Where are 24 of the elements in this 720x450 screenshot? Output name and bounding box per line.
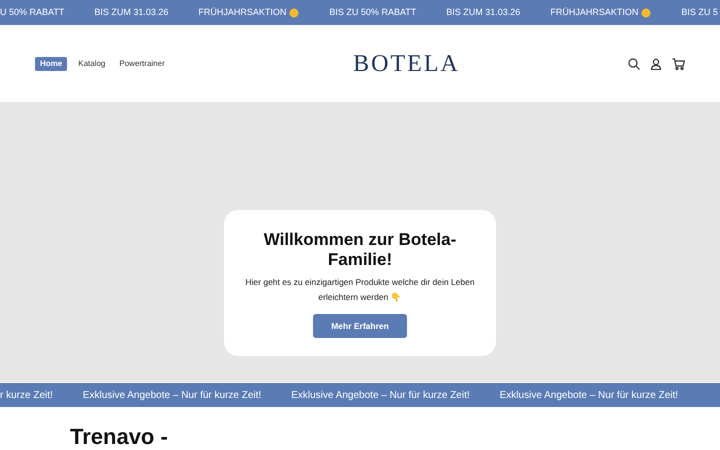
more-button[interactable]: Mehr Erfahren (313, 314, 407, 338)
sun-icon (289, 8, 300, 18)
announcement-text: U 50% RABATT (0, 6, 64, 19)
logo[interactable]: BOTELA (353, 46, 460, 82)
sun-icon (641, 8, 652, 18)
section-title: Trenavo - (70, 424, 169, 450)
nav-link[interactable]: Home (35, 56, 68, 70)
ticker-text: Exklusive Angebote – Nur für kurze Zeit! (291, 388, 470, 402)
search-icon[interactable] (628, 58, 640, 70)
nav-link[interactable]: Powertrainer (116, 58, 168, 70)
announcement-text: BIS ZUM 31.03.26 (446, 6, 520, 19)
hero-text: Hier geht es zu einzigartigen Produkte welche dir dein Leben erleichtern werden 👇 (244, 276, 476, 304)
hero-title: Willkommen zur Botela-Familie! (262, 230, 458, 270)
announcement-text: BIS ZU 5 (681, 6, 718, 19)
announcement-text: FRÜHJAHRSAKTION (550, 6, 638, 19)
announcement-text: BIS ZU 50% RABATT (329, 6, 416, 19)
user-icon[interactable] (650, 58, 662, 70)
ticker-text: Exklusive Angebote – Nur für kurze Zeit! (82, 388, 262, 402)
cart-icon[interactable] (672, 58, 685, 70)
nav-link[interactable]: Katalog (75, 58, 108, 70)
ticker-text: Exklusive Angebote – Nur für kurze Zeit! (500, 388, 678, 402)
announcement-text: BIS ZUM 31.03.26 (94, 6, 168, 19)
announcement-text: FRÜHJAHRSAKTION (198, 6, 286, 19)
ticker-text: r kurze Zeit! (0, 388, 53, 402)
